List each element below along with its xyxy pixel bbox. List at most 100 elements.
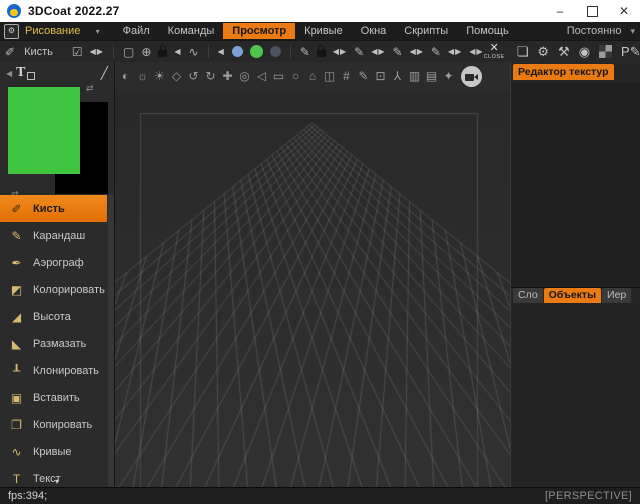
app-icon-inner (10, 9, 18, 16)
minimize-button[interactable]: – (544, 0, 576, 22)
settings-pen-icon[interactable]: ⚙ (537, 45, 549, 58)
menubar-overflow-caret[interactable]: ▾ (630, 26, 640, 37)
tool-item-copy[interactable]: ❐Копировать (0, 411, 107, 438)
workspace-icon: ⚙ (4, 24, 19, 39)
lock-icon (158, 50, 167, 57)
brush-icon[interactable]: ✐ (5, 46, 15, 58)
close-button[interactable]: ✕ (608, 0, 640, 22)
airbrush-icon: ✒ (9, 256, 24, 270)
contrast-icon[interactable]: ◐ (118, 70, 133, 82)
tab-objects[interactable]: Объекты (544, 288, 601, 303)
menu-item-file[interactable]: Файл (114, 23, 159, 39)
square-icon[interactable]: ▢ (123, 46, 134, 58)
tool-item-smudge[interactable]: ◣Размазать (0, 330, 107, 357)
menu-item-curves[interactable]: Кривые (295, 23, 352, 39)
arrow-left-icon[interactable]: ◀ (218, 48, 225, 56)
exposure-icon[interactable]: ☀ (152, 70, 167, 82)
mouse-icon[interactable]: ⊕ (141, 46, 151, 58)
viewport-canvas[interactable] (115, 90, 510, 487)
clone-stamp-icon: ┸ (9, 364, 24, 378)
pencil-icon[interactable]: ✎ (393, 46, 403, 58)
maximize-icon (587, 6, 598, 17)
toolbar: ✐Кисть☑◀▶▢⊕◀∿◀✎◀▶✎◀▶✎◀▶✎◀▶◀▶ ✕CLOSE❏⚙⚒◉P… (0, 40, 640, 62)
sphere-blue-icon[interactable] (232, 46, 243, 57)
tab-texture-editor[interactable]: Редактор текстур (513, 64, 614, 80)
tool-item-colorize[interactable]: ◩Колорировать (0, 276, 107, 303)
webcam-icon[interactable]: ◉ (579, 45, 590, 58)
lamp-icon[interactable]: ✦ (441, 70, 456, 82)
pencil-slash-icon[interactable]: ╱ (101, 66, 108, 80)
stepper-arrows-icon[interactable]: ◀▶ (90, 48, 104, 56)
frame-icon[interactable]: ▭ (271, 70, 286, 82)
rotate-cw-icon[interactable]: ↻ (203, 70, 218, 82)
zoom-icon[interactable]: ◎ (237, 70, 252, 82)
maximize-button[interactable] (576, 0, 608, 22)
objects-panel-body[interactable] (511, 303, 640, 487)
stepper-arrows-icon[interactable]: ◀▶ (469, 48, 483, 56)
smudge-icon: ◣ (9, 337, 24, 351)
sphere-dark-icon[interactable] (270, 46, 281, 57)
pose-icon[interactable]: ⅄ (390, 70, 405, 82)
book-panel-icon[interactable]: ❏ (517, 45, 529, 58)
tool-item-airbrush[interactable]: ✒Аэрограф (0, 249, 107, 276)
scroll-more-caret[interactable]: ▾ (55, 477, 59, 486)
menu-item-help[interactable]: Помощь (457, 23, 518, 39)
pencil-icon[interactable]: ✎ (300, 46, 310, 58)
camera-icon[interactable] (461, 66, 482, 87)
cursor-icon[interactable]: ◁ (254, 70, 269, 82)
droplet-icon[interactable]: ◇ (169, 70, 184, 82)
checker-pattern-icon[interactable] (599, 45, 612, 58)
stepper-arrows-icon[interactable]: ◀▶ (410, 48, 424, 56)
texture-editor-body[interactable] (511, 82, 640, 288)
paste-icon: ▣ (9, 391, 24, 405)
tool-item-pencil[interactable]: ✎Карандаш (0, 222, 107, 249)
cube-view-icon[interactable]: ◫ (322, 70, 337, 82)
stepper-arrows-icon[interactable]: ◀▶ (333, 48, 347, 56)
tool-label: Клонировать (33, 365, 99, 377)
pencil-icon[interactable]: ✎ (431, 46, 441, 58)
render-frame-icon[interactable]: ▤ (424, 70, 439, 82)
menu-item-scripts[interactable]: Скрипты (395, 23, 457, 39)
grid-toggle-icon[interactable]: # (339, 70, 354, 82)
menu-item-view[interactable]: Просмотр (223, 23, 295, 39)
close-panel-button[interactable]: ✕CLOSE (484, 43, 505, 61)
stepper-arrows-icon[interactable]: ◀▶ (371, 48, 385, 56)
color-green-icon[interactable] (250, 45, 263, 58)
workspace-selector[interactable]: ⚙ Рисование ▾ (0, 24, 104, 39)
brightness-icon[interactable]: ☼ (135, 70, 150, 82)
text-frame-icon[interactable]: T (16, 65, 34, 81)
pencil-icon[interactable]: ✎ (354, 46, 364, 58)
home-view-icon[interactable]: ⌂ (305, 70, 320, 82)
lock-icon (317, 50, 326, 57)
menu-item-permanent[interactable]: Постоянно (558, 23, 631, 39)
tool-item-text[interactable]: TТекст (0, 465, 107, 487)
lasso-icon[interactable]: ∿ (189, 46, 199, 58)
tool-item-height[interactable]: ◢Высота (0, 303, 107, 330)
focus-icon[interactable]: ⊡ (373, 70, 388, 82)
rotate-ccw-icon[interactable]: ↺ (186, 70, 201, 82)
pan-icon[interactable]: ✚ (220, 70, 235, 82)
checkbox-icon[interactable]: ☑ (72, 46, 83, 58)
tool-item-paste[interactable]: ▣Вставить (0, 384, 107, 411)
tab-layers[interactable]: Сло (513, 288, 543, 303)
tab-hierarchy[interactable]: Иер (602, 288, 631, 303)
menu-item-commands[interactable]: Команды (159, 23, 224, 39)
pose-tool-icon[interactable]: ⚒ (558, 45, 570, 58)
tool-list-scrollbar[interactable] (108, 195, 114, 487)
window-controls: – ✕ (544, 0, 640, 22)
p-brush-icon[interactable]: P✎ (621, 45, 640, 58)
menu-item-windows[interactable]: Окна (352, 23, 396, 39)
stepper-arrows-icon[interactable]: ◀▶ (448, 48, 462, 56)
tool-item-curves[interactable]: ∿Кривые (0, 438, 107, 465)
primary-color-swatch[interactable] (8, 87, 80, 174)
mini-square-icon (27, 72, 35, 80)
brackets-icon[interactable]: ▥ (407, 70, 422, 82)
tool-item-brush[interactable]: ✐Кисть (0, 195, 107, 222)
circle-select-icon[interactable]: ○ (288, 70, 303, 82)
copy-icon: ❐ (9, 418, 24, 432)
collapse-arrow-icon[interactable]: ◀ (6, 69, 12, 78)
pen-3d-icon[interactable]: ✎ (356, 70, 371, 82)
swap-colors-icon[interactable]: ⇄ (86, 84, 94, 93)
arrow-left-icon[interactable]: ◀ (174, 48, 181, 56)
tool-item-clone-stamp[interactable]: ┸ Клонировать (0, 357, 107, 384)
